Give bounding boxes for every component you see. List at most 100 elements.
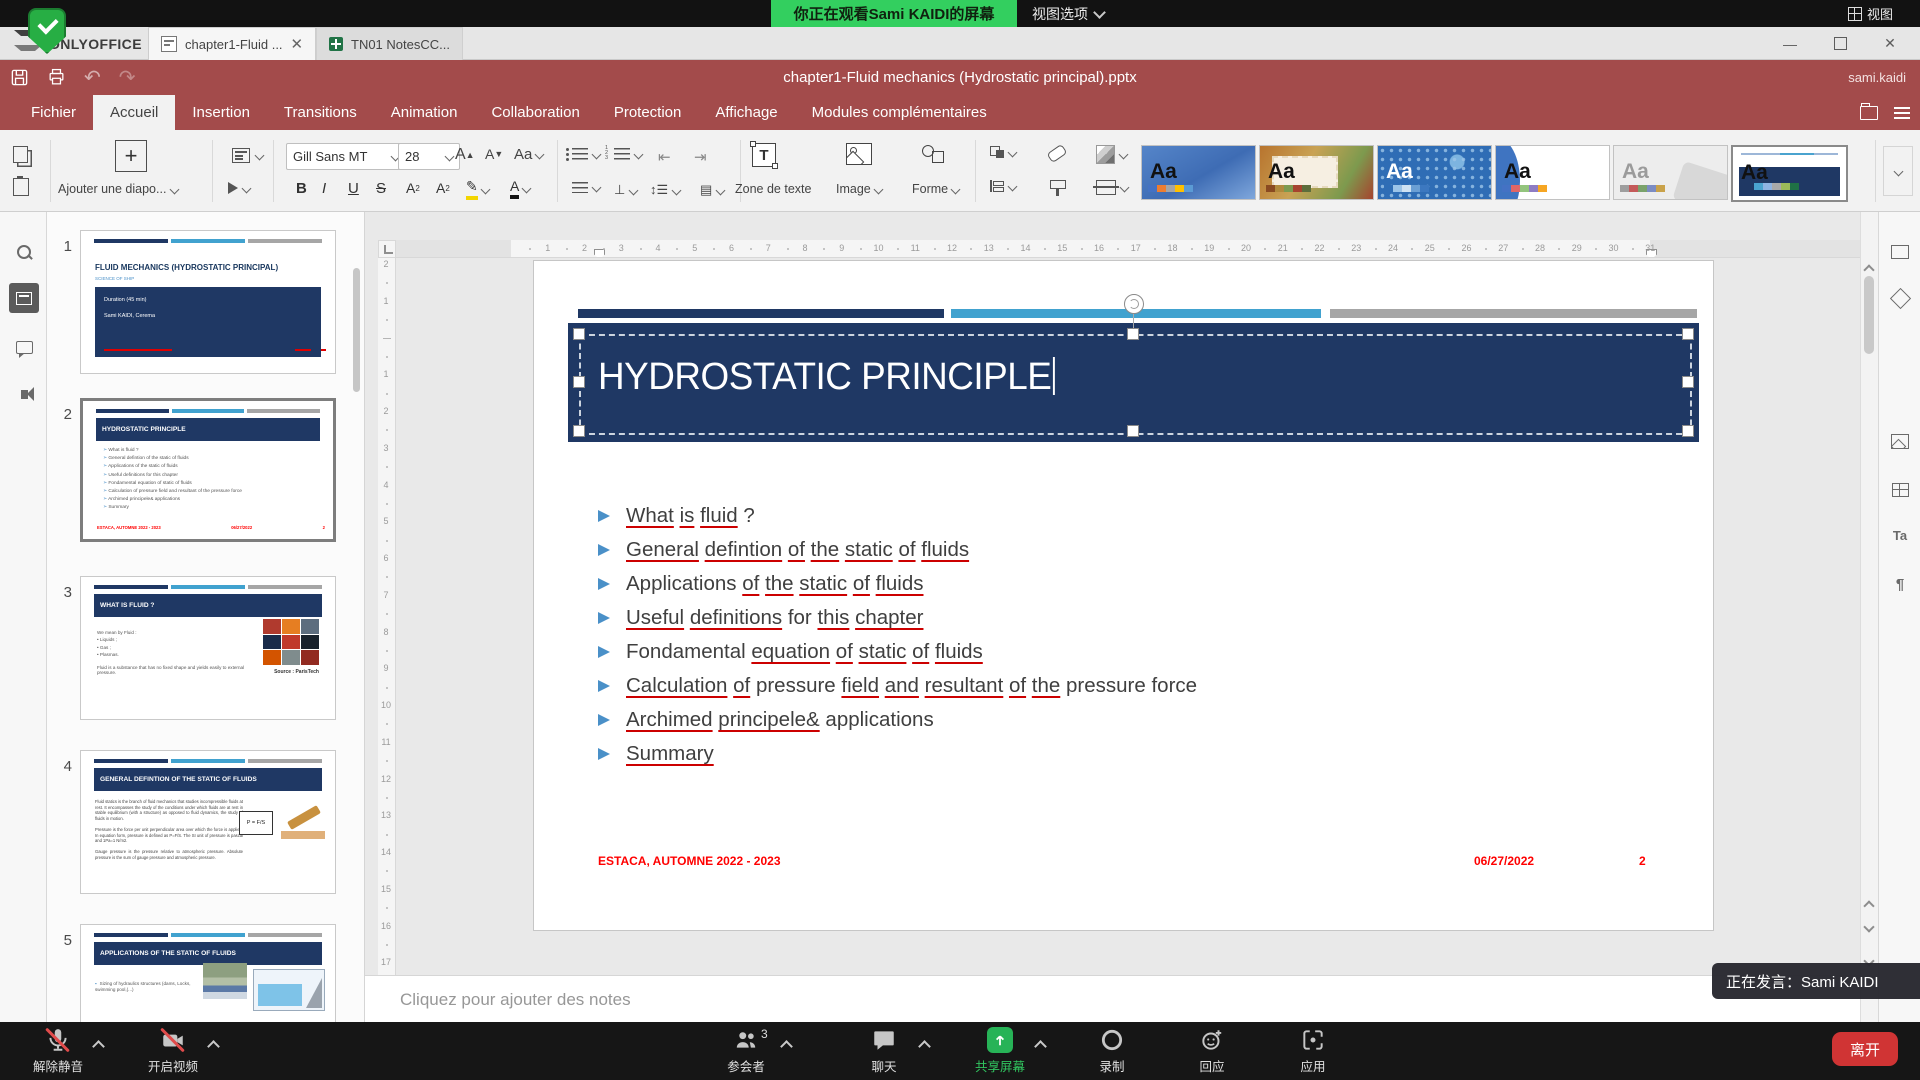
- scrollbar-thumb[interactable]: [1864, 276, 1874, 354]
- shape-fill-button[interactable]: [1096, 145, 1127, 164]
- slide-layout-button[interactable]: [232, 148, 263, 163]
- expand-caret-icon[interactable]: [1036, 1038, 1045, 1056]
- copy-style-button[interactable]: [1050, 180, 1066, 189]
- panel-scrollbar-thumb[interactable]: [353, 268, 360, 392]
- scroll-up-button[interactable]: [1863, 262, 1875, 274]
- shape-settings-button[interactable]: [1890, 288, 1910, 308]
- highlight-color-button[interactable]: ✎: [466, 178, 489, 200]
- search-button[interactable]: [9, 237, 39, 267]
- subscript-button[interactable]: A2: [436, 180, 450, 196]
- copy-button[interactable]: [13, 146, 28, 163]
- print-icon[interactable]: [47, 68, 66, 87]
- numbering-button[interactable]: [614, 148, 642, 160]
- document-tab-2[interactable]: TN01 NotesCC...: [316, 27, 463, 60]
- close-button[interactable]: ✕: [1868, 27, 1912, 60]
- theme-thumbnail-4[interactable]: Aa: [1495, 145, 1610, 200]
- rotation-handle[interactable]: [1124, 294, 1144, 314]
- expand-caret-icon[interactable]: [209, 1038, 218, 1056]
- previous-slide-button[interactable]: [1863, 898, 1875, 910]
- columns-button[interactable]: ▤: [700, 182, 724, 198]
- tab-selector[interactable]: [378, 240, 396, 258]
- menu-tab-affichage[interactable]: Affichage: [698, 95, 794, 130]
- add-slide-button[interactable]: +: [115, 140, 147, 172]
- horizontal-ruler[interactable]: 1234567891011121314151617181920212223242…: [396, 240, 1860, 258]
- save-icon[interactable]: [10, 68, 29, 87]
- slide-2-canvas[interactable]: HYDROSTATIC PRINCIPLE What is fluid ?Gen…: [533, 260, 1714, 931]
- add-slide-label-button[interactable]: Ajouter une diapo...: [58, 182, 178, 196]
- menu-tab-transitions[interactable]: Transitions: [267, 95, 374, 130]
- align-shape-button[interactable]: [990, 180, 1016, 192]
- vertical-ruler[interactable]: 211234567891011121314151617: [378, 258, 396, 975]
- underline-button[interactable]: U: [348, 180, 359, 197]
- paste-button[interactable]: [13, 178, 29, 196]
- increase-font-button[interactable]: A▲: [455, 146, 475, 164]
- zoom-control-share-screen[interactable]: 共享屏幕: [955, 1022, 1045, 1080]
- font-name-select[interactable]: Gill Sans MT: [286, 143, 406, 170]
- slide-thumbnail-1[interactable]: FLUID MECHANICS (HYDROSTATIC PRINCIPAL)S…: [80, 230, 336, 374]
- theme-thumbnail-2[interactable]: Aa: [1259, 145, 1374, 200]
- view-options-button[interactable]: 视图选项: [1022, 0, 1114, 27]
- menu-tab-collaboration[interactable]: Collaboration: [474, 95, 596, 130]
- slide-thumbnail-4[interactable]: GENERAL DEFINTION OF THE STATIC OF FLUID…: [80, 750, 336, 894]
- insert-shape-label[interactable]: Forme: [912, 182, 959, 196]
- menu-tab-protection[interactable]: Protection: [597, 95, 699, 130]
- menu-tab-fichier[interactable]: Fichier: [14, 95, 93, 130]
- notes-area[interactable]: Cliquez pour ajouter des notes: [365, 975, 1860, 1022]
- expand-caret-icon[interactable]: [782, 1038, 791, 1056]
- text-art-settings-button[interactable]: Ta: [1890, 525, 1910, 545]
- resize-handle-s[interactable]: [1127, 425, 1139, 437]
- bullet-item[interactable]: Summary: [598, 742, 1648, 776]
- increase-indent-button[interactable]: ⇥: [694, 148, 707, 166]
- resize-handle-sw[interactable]: [573, 425, 585, 437]
- menu-tab-accueil[interactable]: Accueil: [93, 95, 175, 130]
- bullets-button[interactable]: [572, 148, 600, 160]
- arrange-shape-button[interactable]: [990, 146, 1016, 158]
- minimize-button[interactable]: —: [1768, 27, 1812, 60]
- image-settings-button[interactable]: [1890, 431, 1910, 451]
- bold-button[interactable]: B: [296, 180, 307, 197]
- paragraph-settings-button[interactable]: ¶: [1890, 574, 1910, 594]
- redo-icon[interactable]: ↷: [119, 65, 136, 90]
- maximize-button[interactable]: [1818, 27, 1862, 60]
- undo-icon[interactable]: ↶: [84, 65, 101, 90]
- bullet-item[interactable]: Useful definitions for this chapter: [598, 606, 1648, 640]
- decrease-indent-button[interactable]: ⇤: [658, 148, 671, 166]
- bullet-item[interactable]: General defintion of the static of fluid…: [598, 538, 1648, 572]
- superscript-button[interactable]: A2: [406, 180, 420, 196]
- bullet-item[interactable]: Applications of the static of fluids: [598, 572, 1648, 606]
- theme-thumbnail-6-selected[interactable]: Aa: [1731, 145, 1848, 202]
- expand-caret-icon[interactable]: [94, 1038, 103, 1056]
- zoom-control-participants[interactable]: 3参会者: [701, 1022, 791, 1080]
- resize-handle-ne[interactable]: [1682, 328, 1694, 340]
- insert-textbox-button[interactable]: T: [752, 143, 776, 167]
- view-settings-icon[interactable]: [1894, 107, 1910, 109]
- slide-bullet-list[interactable]: What is fluid ?General defintion of the …: [598, 504, 1648, 776]
- eraser-button[interactable]: [1048, 148, 1066, 159]
- feedback-button[interactable]: [9, 379, 39, 409]
- line-spacing-button[interactable]: ↕☰: [650, 182, 680, 198]
- font-size-select[interactable]: 28: [398, 143, 460, 170]
- next-slide-button[interactable]: [1863, 922, 1875, 934]
- table-settings-button[interactable]: [1890, 480, 1910, 500]
- resize-handle-nw[interactable]: [573, 328, 585, 340]
- zoom-control-record[interactable]: 录制: [1067, 1022, 1157, 1080]
- insert-image-label[interactable]: Image: [836, 182, 882, 196]
- view-mode-button[interactable]: 视图: [1848, 0, 1893, 27]
- insert-image-button[interactable]: [846, 143, 872, 165]
- start-slideshow-button[interactable]: [228, 182, 250, 194]
- bullet-item[interactable]: What is fluid ?: [598, 504, 1648, 538]
- resize-handle-w[interactable]: [573, 376, 585, 388]
- vertical-align-button[interactable]: ⊥: [614, 182, 637, 198]
- resize-handle-se[interactable]: [1682, 425, 1694, 437]
- change-case-button[interactable]: Aa: [514, 146, 543, 163]
- slide-thumbnail-2[interactable]: HYDROSTATIC PRINCIPLE➣ What is fluid ?➣ …: [80, 398, 336, 542]
- slide-thumbnails-button[interactable]: [9, 283, 39, 313]
- bullet-item[interactable]: Fondamental equation of static of fluids: [598, 640, 1648, 674]
- slide-settings-button[interactable]: [1890, 242, 1910, 262]
- resize-handle-e[interactable]: [1682, 376, 1694, 388]
- menu-tab-modules-compl-mentaires[interactable]: Modules complémentaires: [795, 95, 1004, 130]
- zoom-control-start-video[interactable]: 开启视频: [128, 1022, 218, 1080]
- theme-thumbnail-5[interactable]: Aa: [1613, 145, 1728, 200]
- comments-button[interactable]: [9, 332, 39, 362]
- left-indent-marker[interactable]: [594, 249, 605, 258]
